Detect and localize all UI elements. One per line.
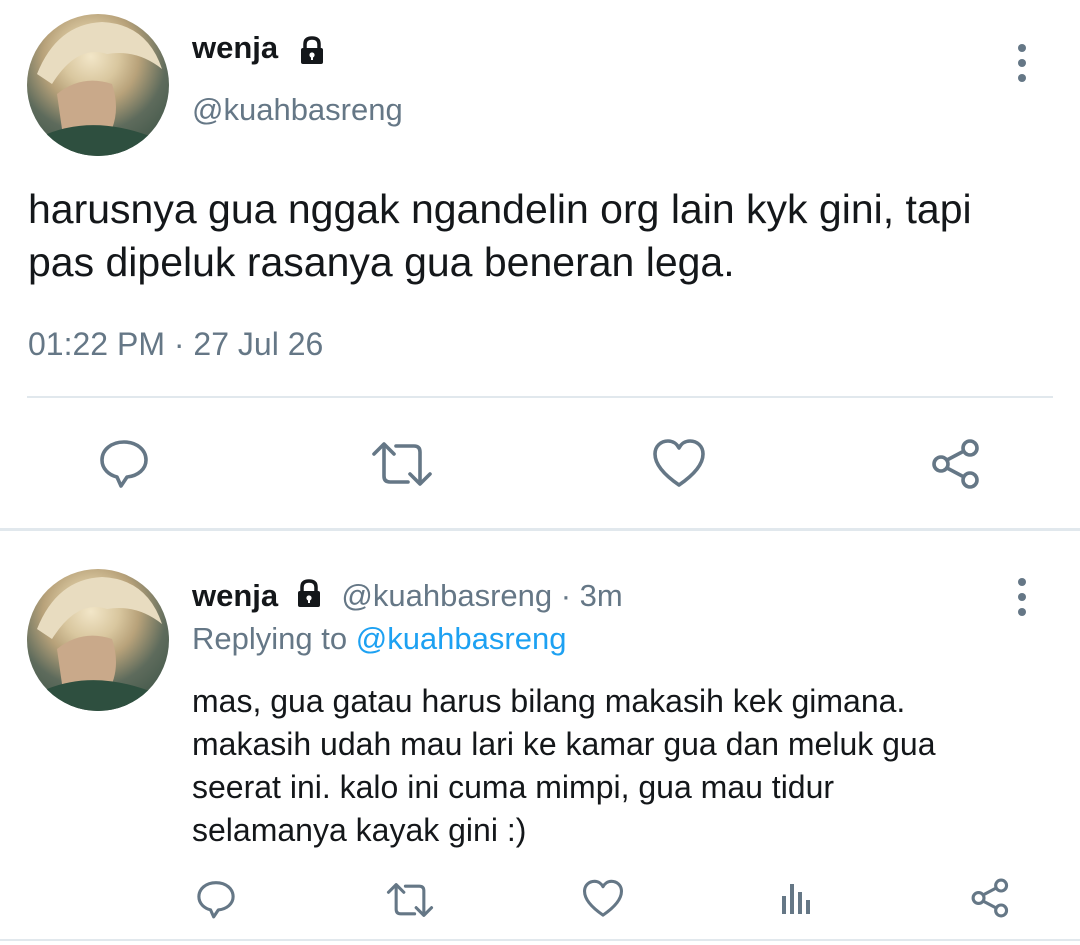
reply-text-line: seerat ini. kalo ini cuma mimpi, gua mau… (192, 769, 835, 805)
analytics-icon[interactable] (776, 878, 816, 918)
reply-icon[interactable] (195, 878, 237, 920)
reply-text-line: mas, gua gatau harus bilang makasih kek … (192, 683, 906, 719)
divider (27, 396, 1053, 398)
retweet-icon[interactable] (385, 880, 435, 920)
divider (0, 528, 1080, 531)
share-icon[interactable] (970, 877, 1012, 919)
reply-text-line: selamanya kayak gini :) (192, 812, 527, 848)
avatar[interactable] (27, 569, 169, 711)
author-name-text[interactable]: wenja (192, 30, 278, 65)
share-icon[interactable] (930, 437, 984, 491)
like-icon[interactable] (582, 879, 624, 919)
timestamp[interactable]: 01:22 PM · 27 Jul 26 (28, 326, 323, 363)
tweet-text: harusnya gua nggak ngandelin org lain ky… (28, 183, 972, 289)
like-icon[interactable] (652, 438, 706, 490)
reply-header: wenja @kuahbasreng · 3m (192, 577, 623, 614)
lock-icon (296, 34, 328, 66)
lock-icon (293, 577, 325, 609)
reply-icon[interactable] (97, 436, 151, 490)
more-vertical-icon[interactable] (1012, 578, 1032, 623)
tweet-text-line: pas dipeluk rasanya gua beneran lega. (28, 239, 735, 285)
retweet-icon[interactable] (370, 438, 434, 490)
divider (0, 939, 1080, 941)
replying-to: Replying to @kuahbasreng (192, 621, 566, 657)
more-vertical-icon[interactable] (1012, 44, 1032, 89)
author-name[interactable]: wenja (192, 30, 278, 66)
author-handle[interactable]: @kuahbasreng (341, 578, 552, 613)
author-handle[interactable]: @kuahbasreng (192, 92, 403, 128)
reply-text-line: makasih udah mau lari ke kamar gua dan m… (192, 726, 936, 762)
time-ago[interactable]: · 3m (561, 578, 623, 613)
reply-text: mas, gua gatau harus bilang makasih kek … (192, 680, 936, 852)
replying-to-label: Replying to (192, 621, 348, 656)
replying-to-handle[interactable]: @kuahbasreng (356, 621, 567, 656)
avatar[interactable] (27, 14, 169, 156)
tweet-text-line: harusnya gua nggak ngandelin org lain ky… (28, 186, 972, 232)
author-name[interactable]: wenja (192, 578, 278, 613)
